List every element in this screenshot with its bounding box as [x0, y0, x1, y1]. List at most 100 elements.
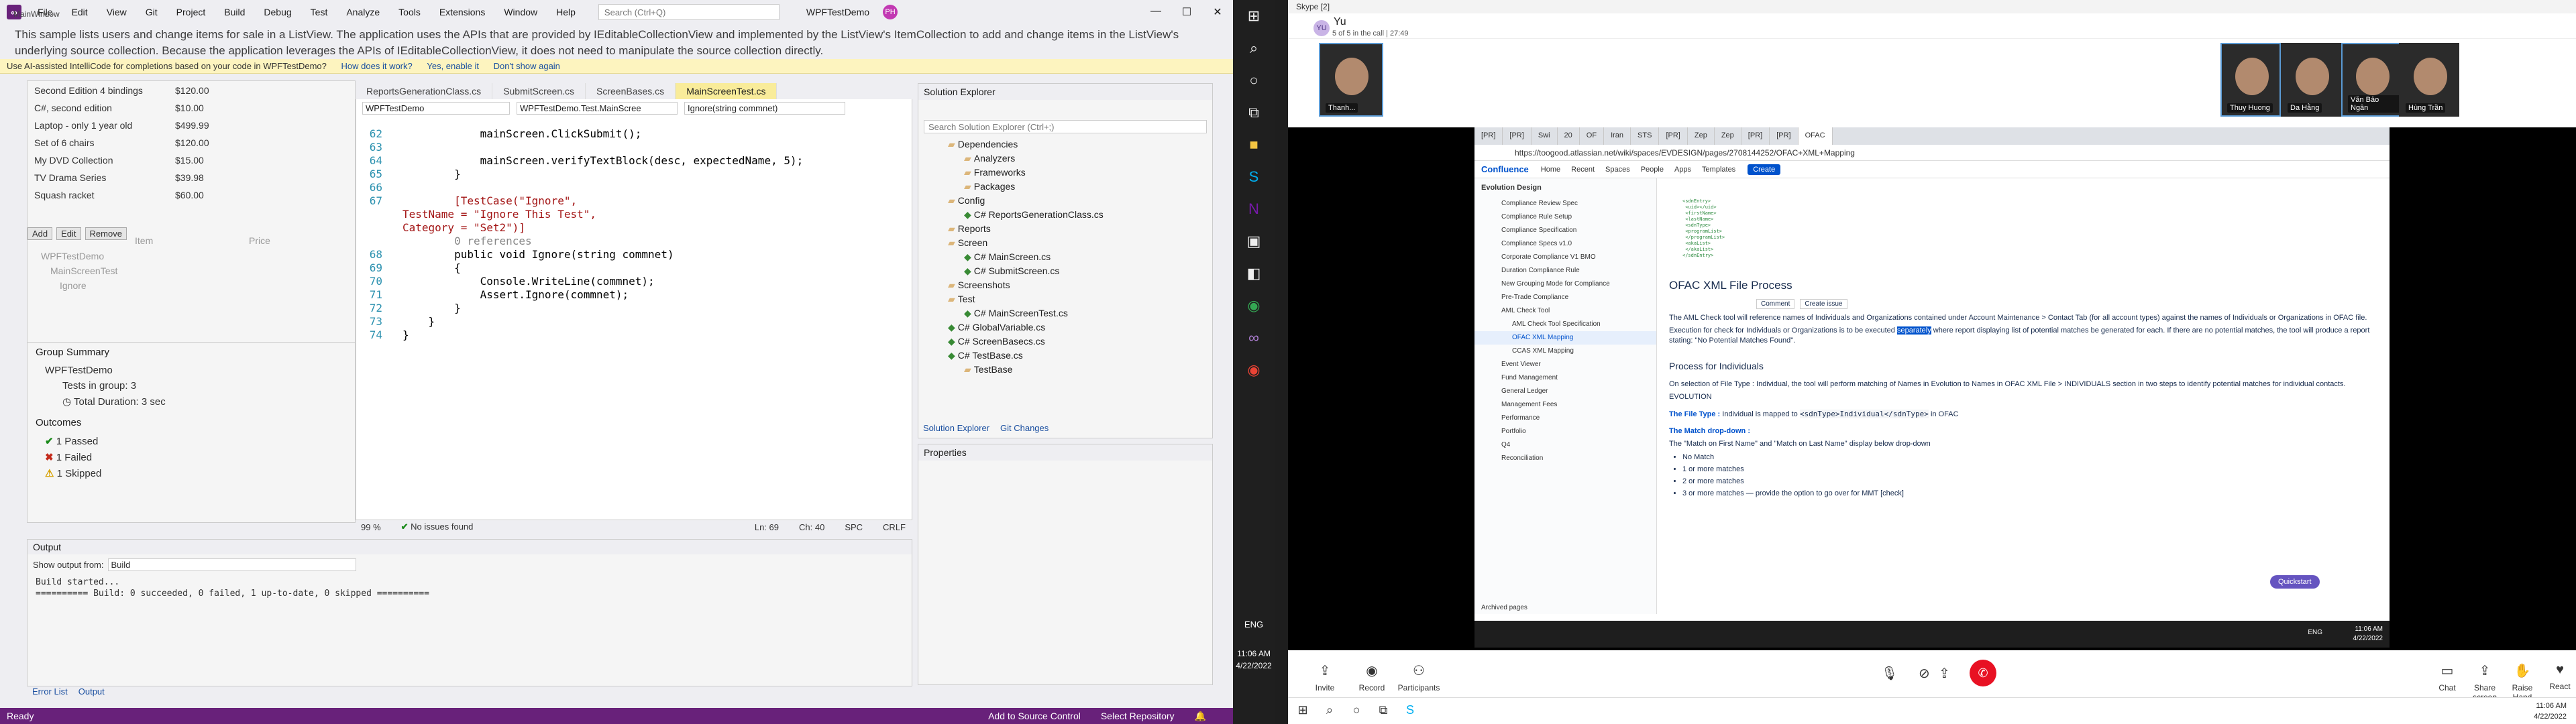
sidebar-page-item[interactable]: Corporate Compliance V1 BMO: [1474, 251, 1656, 264]
search-icon[interactable]: ⌕: [1322, 703, 1338, 719]
menu-item-window[interactable]: Window: [494, 7, 547, 17]
minimize-icon[interactable]: —: [1140, 5, 1171, 19]
participant-tile[interactable]: Thanh...: [1319, 43, 1383, 117]
tab-error-list[interactable]: Error List: [27, 685, 73, 698]
sidebar-page-item[interactable]: Compliance Specification: [1474, 224, 1656, 237]
skype-taskbar-icon[interactable]: S: [1402, 703, 1418, 719]
sidebar-page-item[interactable]: Compliance Review Spec: [1474, 197, 1656, 210]
task-view-icon[interactable]: ⧉: [1375, 703, 1391, 719]
solution-node[interactable]: ◆ C# MainScreenTest.cs: [918, 306, 1212, 320]
remove-button[interactable]: Remove: [85, 227, 127, 240]
nav-project-dropdown[interactable]: WPFTestDemo: [362, 102, 510, 115]
solution-node[interactable]: ▰ Screenshots: [918, 278, 1212, 292]
taskbar-clock[interactable]: 11:06 AM 4/22/2022: [2534, 701, 2567, 722]
cortana-icon[interactable]: ○: [1348, 703, 1364, 719]
sidebar-page-item[interactable]: Management Fees: [1474, 398, 1656, 412]
call-control-react[interactable]: ♥ React: [2541, 662, 2576, 691]
solution-node[interactable]: ▰ Frameworks: [918, 166, 1212, 180]
test-tree-item[interactable]: WPFTestDemo: [41, 249, 117, 263]
call-control-invite[interactable]: ⇪ Invite: [1301, 662, 1348, 692]
browser-tab[interactable]: Swi: [1532, 127, 1558, 145]
sidebar-page-item[interactable]: Fund Management: [1474, 371, 1656, 385]
editor-tab[interactable]: ReportsGenerationClass.cs: [356, 83, 493, 99]
test-tree-item[interactable]: Ignore: [60, 278, 117, 293]
browser-tab[interactable]: [PR]: [1741, 127, 1770, 145]
comment-button[interactable]: Comment: [1756, 299, 1795, 309]
browser-tab[interactable]: Zep: [1688, 127, 1715, 145]
confluence-nav-people[interactable]: People: [1641, 166, 1664, 174]
menu-item-build[interactable]: Build: [215, 7, 254, 17]
confluence-logo[interactable]: Confluence: [1481, 164, 1529, 174]
onenote-icon[interactable]: N: [1233, 193, 1275, 225]
space-name[interactable]: Evolution Design: [1474, 178, 1656, 197]
infobar-how-link[interactable]: How does it work?: [341, 61, 413, 71]
solution-node[interactable]: ▰ Screen: [918, 236, 1212, 250]
browser-url-bar[interactable]: https://toogood.atlassian.net/wiki/space…: [1474, 145, 2390, 161]
sidebar-page-item[interactable]: Reconciliation: [1474, 452, 1656, 465]
create-issue-button[interactable]: Create issue: [1800, 299, 1847, 309]
solution-node[interactable]: ▰ Config: [918, 194, 1212, 208]
menu-item-analyze[interactable]: Analyze: [337, 7, 389, 17]
vs-search-input[interactable]: Search (Ctrl+Q): [598, 4, 780, 20]
confluence-nav-home[interactable]: Home: [1541, 166, 1560, 174]
share-icon[interactable]: ⇪: [1939, 665, 1950, 682]
input-language[interactable]: ENG: [1233, 619, 1275, 629]
browser-tab[interactable]: Zep: [1715, 127, 1741, 145]
menu-item-edit[interactable]: Edit: [62, 7, 97, 17]
solution-search-input[interactable]: Search Solution Explorer (Ctrl+;): [924, 120, 1207, 133]
menu-item-view[interactable]: View: [97, 7, 136, 17]
solution-node[interactable]: ▰ Test: [918, 292, 1212, 306]
add-button[interactable]: Add: [28, 227, 53, 240]
participant-tile[interactable]: Da Hằng: [2281, 43, 2341, 117]
end-call-button[interactable]: ✆: [1970, 660, 1996, 686]
sidebar-page-item[interactable]: Compliance Specs v1.0: [1474, 237, 1656, 251]
sidebar-page-item[interactable]: AML Check Tool Specification: [1474, 318, 1656, 331]
solution-node[interactable]: ◆ C# SubmitScreen.cs: [918, 264, 1212, 278]
sidebar-page-item[interactable]: Q4: [1474, 438, 1656, 452]
call-control-share-screen[interactable]: ⇪Share screen: [2466, 662, 2504, 702]
camera-off-icon[interactable]: ⊘: [1919, 665, 1930, 682]
confluence-nav-templates[interactable]: Templates: [1702, 166, 1735, 174]
sidebar-page-item[interactable]: AML Check Tool: [1474, 304, 1656, 318]
outcome-failed[interactable]: 1 Failed: [56, 452, 92, 463]
sidebar-page-item[interactable]: Pre-Trade Compliance: [1474, 291, 1656, 304]
search-icon[interactable]: ⌕: [1233, 32, 1275, 64]
confluence-nav-recent[interactable]: Recent: [1571, 166, 1595, 174]
archived-pages-link[interactable]: Archived pages: [1481, 604, 1527, 611]
browser-tab[interactable]: [PR]: [1659, 127, 1688, 145]
browser-tab[interactable]: [PR]: [1503, 127, 1532, 145]
menu-item-extensions[interactable]: Extensions: [430, 7, 494, 17]
confluence-nav-spaces[interactable]: Spaces: [1605, 166, 1630, 174]
sidebar-page-item[interactable]: New Grouping Mode for Compliance: [1474, 278, 1656, 291]
chrome-icon[interactable]: ◉: [1233, 290, 1275, 322]
solution-node[interactable]: ▰ Analyzers: [918, 152, 1212, 166]
skype-icon[interactable]: S: [1233, 161, 1275, 193]
solution-node[interactable]: ▰ Dependencies: [918, 137, 1212, 152]
editor-tab[interactable]: ScreenBases.cs: [586, 83, 676, 99]
browser-tab[interactable]: [PR]: [1474, 127, 1503, 145]
file-explorer-icon[interactable]: ■: [1233, 129, 1275, 161]
solution-node[interactable]: ▰ Reports: [918, 222, 1212, 236]
mute-mic-icon[interactable]: 🎙: [1881, 665, 1898, 682]
tab-solution-explorer[interactable]: Solution Explorer: [918, 421, 995, 436]
menu-item-project[interactable]: Project: [167, 7, 215, 17]
tab-git-changes[interactable]: Git Changes: [995, 421, 1054, 436]
solution-node[interactable]: ◆ C# MainScreen.cs: [918, 250, 1212, 264]
sidebar-page-item[interactable]: Portfolio: [1474, 425, 1656, 438]
participant-tile[interactable]: Thuy Huong: [2220, 43, 2281, 117]
menu-item-git[interactable]: Git: [136, 7, 167, 17]
sidebar-page-item[interactable]: Event Viewer: [1474, 358, 1656, 371]
browser-tab[interactable]: OFAC: [1798, 127, 1833, 145]
solution-node[interactable]: ▰ Packages: [918, 180, 1212, 194]
maximize-icon[interactable]: ☐: [1171, 5, 1202, 19]
solution-node[interactable]: ▰ TestBase: [918, 363, 1212, 377]
visual-studio-icon[interactable]: ∞: [1233, 322, 1275, 354]
menu-item-tools[interactable]: Tools: [389, 7, 430, 17]
taskbar-clock[interactable]: 11:06 AM 4/22/2022: [1233, 648, 1275, 672]
sidebar-page-item[interactable]: Performance: [1474, 412, 1656, 425]
solution-node[interactable]: ◆ C# ReportsGenerationClass.cs: [918, 208, 1212, 222]
call-control-chat[interactable]: ▭ Chat: [2428, 662, 2466, 692]
sidebar-page-item[interactable]: CCAS XML Mapping: [1474, 345, 1656, 358]
editor-tab[interactable]: SubmitScreen.cs: [492, 83, 586, 99]
nav-member-dropdown[interactable]: Ignore(string commnet): [684, 102, 845, 115]
